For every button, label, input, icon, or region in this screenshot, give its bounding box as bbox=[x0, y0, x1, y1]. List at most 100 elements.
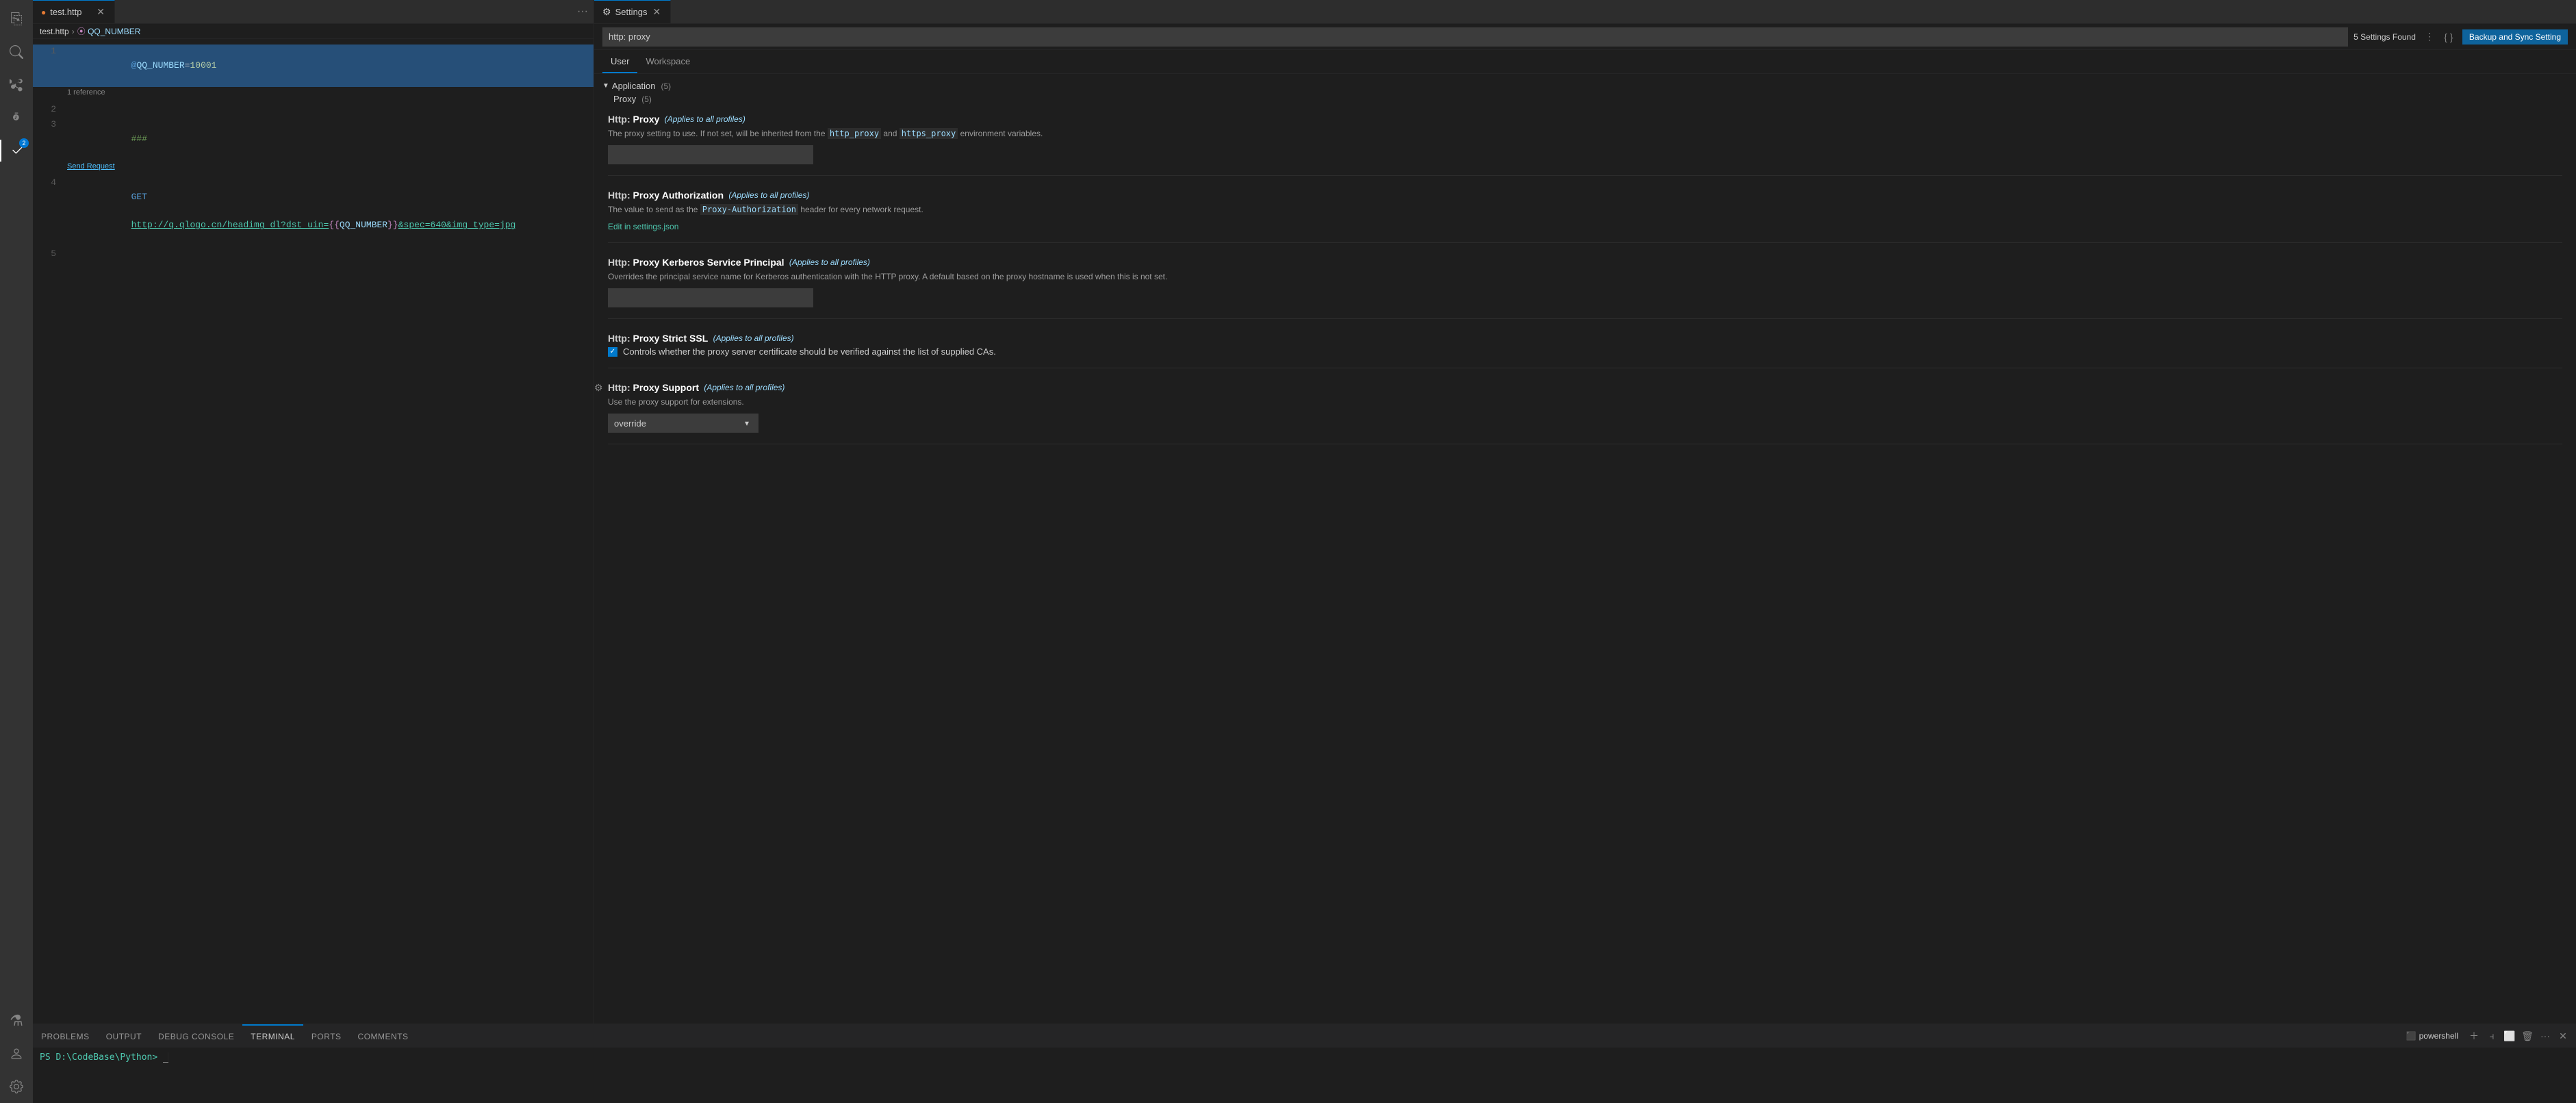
settings-panel: ⚙ Settings ✕ 5 Settings Found ⋮ { } Back… bbox=[594, 0, 2576, 1024]
panel-tab-terminal[interactable]: TERMINAL bbox=[242, 1024, 303, 1048]
setting-http-proxy-support-select[interactable]: off on fallback override bbox=[608, 414, 758, 433]
terminal-cursor: █ bbox=[163, 1052, 168, 1063]
editor-panel: ● test.http ✕ ··· test.http › ⦿ QQ_NUMBE… bbox=[33, 0, 594, 1024]
split-editor-button[interactable]: ⋮ bbox=[2421, 29, 2438, 45]
terminal-shell-icon: ⬛ bbox=[2406, 1031, 2416, 1041]
code-line-4: 4 GET http://q.qlogo.cn/headimg_dl?dst_u… bbox=[33, 176, 594, 247]
setting-http-proxy-authorization-title: Http: Proxy Authorization (Applies to al… bbox=[608, 190, 2562, 201]
tree-application-label: Application bbox=[612, 81, 656, 91]
tree-application-count: (5) bbox=[661, 81, 672, 91]
setting-http-proxy-support-gear[interactable]: ⚙ bbox=[594, 382, 603, 394]
run-debug-icon[interactable] bbox=[0, 101, 33, 134]
editor-tab-test-http[interactable]: ● test.http ✕ bbox=[33, 0, 115, 23]
setting-http-proxy-authorization: Http: Proxy Authorization (Applies to al… bbox=[608, 190, 2562, 243]
setting-http-proxy-title: Http: Proxy (Applies to all profiles) bbox=[608, 114, 2562, 125]
new-terminal-button[interactable]: ＋ bbox=[2466, 1028, 2482, 1043]
explorer-icon[interactable]: ⎘ bbox=[0, 3, 33, 36]
setting-http-proxy-support-title: Http: Proxy Support (Applies to all prof… bbox=[608, 382, 2562, 393]
breadcrumb: test.http › ⦿ QQ_NUMBER bbox=[33, 24, 594, 39]
panel-tab-comments[interactable]: COMMENTS bbox=[350, 1024, 417, 1048]
edit-settings-json-link[interactable]: Edit in settings.json bbox=[608, 222, 678, 231]
tree-proxy-count: (5) bbox=[641, 94, 652, 104]
settings-tab-bar: ⚙ Settings ✕ bbox=[594, 0, 2576, 24]
setting-http-proxy-desc: The proxy setting to use. If not set, wi… bbox=[608, 127, 2562, 140]
setting-http-proxy-support: ⚙ Http: Proxy Support (Applies to all pr… bbox=[608, 382, 2562, 444]
panel-tab-problems[interactable]: PROBLEMS bbox=[33, 1024, 98, 1048]
testing-icon[interactable]: ⚗ bbox=[0, 1004, 33, 1037]
settings-body: ▼ Application (5) Proxy (5) Http: Proxy bbox=[594, 74, 2576, 1024]
panel-tab-output[interactable]: OUTPUT bbox=[98, 1024, 150, 1048]
code-line-3: 3 ### bbox=[33, 118, 594, 160]
search-icon[interactable] bbox=[0, 36, 33, 68]
panel-tab-actions: ⬛ powershell ＋ ⫞ ⬜ 🗑 ··· ✕ bbox=[2401, 1024, 2576, 1048]
editor-area: ● test.http ✕ ··· test.http › ⦿ QQ_NUMBE… bbox=[33, 0, 2576, 1024]
settings-search-input[interactable] bbox=[602, 27, 2348, 47]
setting-http-proxy-input[interactable] bbox=[608, 145, 813, 164]
settings-search-header: 5 Settings Found ⋮ { } Backup and Sync S… bbox=[594, 24, 2576, 50]
editor-code: 1 @QQ_NUMBER=10001 1 reference 2 3 bbox=[33, 39, 594, 1024]
panel-tab-debug-console[interactable]: DEBUG CONSOLE bbox=[150, 1024, 242, 1048]
breadcrumb-file[interactable]: test.http bbox=[40, 27, 69, 36]
kill-terminal-button[interactable]: 🗑 bbox=[2520, 1028, 2535, 1043]
setting-http-proxy: Http: Proxy (Applies to all profiles) Th… bbox=[608, 114, 2562, 176]
activity-bar: ⎘ 2 ⚗ bbox=[0, 0, 33, 1103]
settings-tab-icon: ⚙ bbox=[602, 6, 611, 18]
setting-http-proxy-strict-ssl: Http: Proxy Strict SSL (Applies to all p… bbox=[608, 333, 2562, 368]
setting-http-proxy-strict-ssl-checkbox[interactable]: ✓ bbox=[608, 347, 617, 357]
settings-items-container: Http: Proxy (Applies to all profiles) Th… bbox=[594, 105, 2576, 466]
breadcrumb-symbol[interactable]: ⦿ QQ_NUMBER bbox=[77, 25, 141, 37]
setting-http-proxy-strict-ssl-title: Http: Proxy Strict SSL (Applies to all p… bbox=[608, 333, 2562, 344]
settings-gear-icon[interactable] bbox=[0, 1070, 33, 1103]
code-send-request-hint: Send Request bbox=[33, 161, 594, 176]
setting-http-proxy-kerberos-desc: Overrides the principal service name for… bbox=[608, 270, 2562, 283]
terminal-content: PS D:\CodeBase\Python> █ bbox=[33, 1048, 2576, 1103]
settings-tab-close[interactable]: ✕ bbox=[652, 6, 663, 18]
settings-count: 5 Settings Found bbox=[2354, 32, 2416, 42]
setting-http-proxy-kerberos-title: Http: Proxy Kerberos Service Principal (… bbox=[608, 257, 2562, 268]
setting-http-proxy-support-select-container: off on fallback override ▾ bbox=[608, 414, 2562, 433]
code-line-5: 5 bbox=[33, 247, 594, 262]
open-settings-json-button[interactable]: { } bbox=[2440, 29, 2457, 45]
breadcrumb-separator: › bbox=[72, 27, 75, 36]
code-ref-hint: 1 reference bbox=[33, 87, 594, 102]
tree-proxy-label: Proxy bbox=[613, 94, 636, 104]
backup-sync-button[interactable]: Backup and Sync Setting bbox=[2462, 29, 2568, 45]
code-line-1: 1 @QQ_NUMBER=10001 bbox=[33, 45, 594, 87]
panel-more-button[interactable]: ··· bbox=[2538, 1028, 2553, 1043]
user-tab[interactable]: User bbox=[602, 50, 637, 73]
workspace-tab[interactable]: Workspace bbox=[637, 50, 698, 73]
tab-file-icon: ● bbox=[41, 8, 46, 17]
panel-tab-ports[interactable]: PORTS bbox=[303, 1024, 350, 1048]
editor-tab-bar: ● test.http ✕ ··· bbox=[33, 0, 594, 24]
extensions-badge: 2 bbox=[19, 138, 29, 148]
setting-http-proxy-kerberos-input[interactable] bbox=[608, 288, 813, 307]
account-icon[interactable] bbox=[0, 1037, 33, 1070]
split-terminal-button[interactable]: ⫞ bbox=[2484, 1028, 2499, 1043]
setting-http-proxy-strict-ssl-label: Controls whether the proxy server certif… bbox=[623, 346, 996, 357]
panel-tab-bar: PROBLEMS OUTPUT DEBUG CONSOLE TERMINAL P… bbox=[33, 1024, 2576, 1048]
extensions-icon[interactable]: 2 bbox=[0, 134, 33, 167]
setting-http-proxy-authorization-desc: The value to send as the Proxy-Authoriza… bbox=[608, 203, 2562, 216]
tree-chevron-application: ▼ bbox=[602, 82, 609, 90]
setting-http-proxy-kerberos: Http: Proxy Kerberos Service Principal (… bbox=[608, 257, 2562, 319]
setting-http-proxy-support-desc: Use the proxy support for extensions. bbox=[608, 396, 2562, 408]
main-container: ● test.http ✕ ··· test.http › ⦿ QQ_NUMBE… bbox=[33, 0, 2576, 1103]
tree-proxy[interactable]: Proxy (5) bbox=[600, 92, 2571, 105]
settings-tab-label: Settings bbox=[615, 7, 648, 17]
code-line-2: 2 bbox=[33, 103, 594, 118]
bottom-panel: PROBLEMS OUTPUT DEBUG CONSOLE TERMINAL P… bbox=[33, 1024, 2576, 1103]
tab-overflow-button[interactable]: ··· bbox=[572, 0, 594, 23]
settings-tab[interactable]: ⚙ Settings ✕ bbox=[594, 0, 671, 23]
settings-tree: ▼ Application (5) Proxy (5) bbox=[594, 79, 2576, 105]
settings-user-workspace-tabs: User Workspace bbox=[594, 50, 2576, 74]
close-panel-button[interactable]: ✕ bbox=[2555, 1028, 2571, 1043]
tab-filename: test.http bbox=[50, 7, 81, 17]
terminal-prompt: PS D:\CodeBase\Python> █ bbox=[40, 1052, 168, 1063]
maximize-panel-button[interactable]: ⬜ bbox=[2502, 1028, 2517, 1043]
setting-http-proxy-strict-ssl-row: ✓ Controls whether the proxy server cert… bbox=[608, 346, 2562, 357]
source-control-icon[interactable] bbox=[0, 68, 33, 101]
tree-application[interactable]: ▼ Application (5) bbox=[600, 79, 2571, 92]
settings-action-buttons: ⋮ { } bbox=[2421, 29, 2457, 45]
terminal-shell-name: powershell bbox=[2419, 1031, 2458, 1041]
tab-close-button[interactable]: ✕ bbox=[95, 6, 106, 18]
